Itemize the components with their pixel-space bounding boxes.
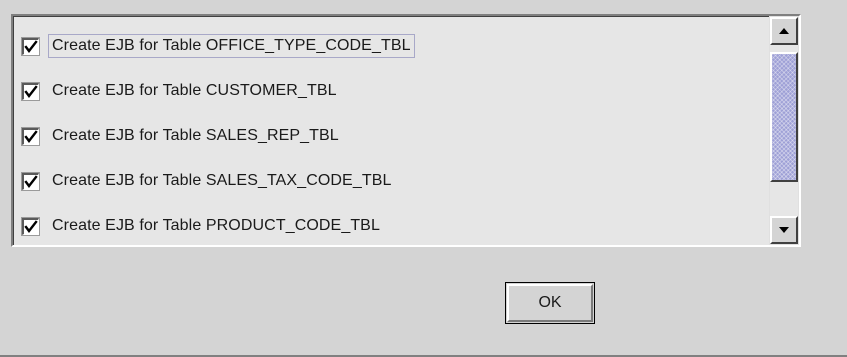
list-item-label: Create EJB for Table CUSTOMER_TBL <box>52 82 337 99</box>
ok-button[interactable]: OK <box>505 282 595 324</box>
list-item-label: Create EJB for Table SALES_REP_TBL <box>52 127 339 144</box>
scrollbar-thumb[interactable] <box>770 52 798 182</box>
dialog: Create EJB for Table OFFICE_TYPE_CODE_TB… <box>0 0 847 357</box>
arrow-up-icon <box>779 28 789 34</box>
checkmark-icon <box>24 84 38 98</box>
vertical-scrollbar[interactable] <box>769 16 799 245</box>
checkmark-icon <box>24 129 38 143</box>
scroll-down-button[interactable] <box>770 216 798 244</box>
checkmark-icon <box>24 174 38 188</box>
table-checkbox-list: Create EJB for Table OFFICE_TYPE_CODE_TB… <box>13 16 769 245</box>
checkbox-sales-tax-code-tbl[interactable] <box>21 171 40 191</box>
checkbox-customer-tbl[interactable] <box>21 81 40 101</box>
scroll-up-button[interactable] <box>770 17 798 45</box>
arrow-down-icon <box>779 227 789 233</box>
list-item[interactable]: Create EJB for Table OFFICE_TYPE_CODE_TB… <box>21 33 415 59</box>
table-list-panel: Create EJB for Table OFFICE_TYPE_CODE_TB… <box>11 14 801 247</box>
list-item-label: Create EJB for Table OFFICE_TYPE_CODE_TB… <box>48 34 415 58</box>
checkbox-office-type-code-tbl[interactable] <box>21 36 40 56</box>
list-item[interactable]: Create EJB for Table SALES_TAX_CODE_TBL <box>21 168 395 194</box>
checkbox-sales-rep-tbl[interactable] <box>21 126 40 146</box>
list-item[interactable]: Create EJB for Table CUSTOMER_TBL <box>21 78 341 104</box>
checkbox-product-code-tbl[interactable] <box>21 216 40 236</box>
list-item-label: Create EJB for Table SALES_TAX_CODE_TBL <box>52 172 392 189</box>
checkmark-icon <box>24 39 38 53</box>
list-item-label: Create EJB for Table PRODUCT_CODE_TBL <box>52 217 380 234</box>
list-item[interactable]: Create EJB for Table SALES_REP_TBL <box>21 123 343 149</box>
checkmark-icon <box>24 219 38 233</box>
list-item[interactable]: Create EJB for Table PRODUCT_CODE_TBL <box>21 213 384 239</box>
scrollbar-track[interactable] <box>770 45 798 216</box>
